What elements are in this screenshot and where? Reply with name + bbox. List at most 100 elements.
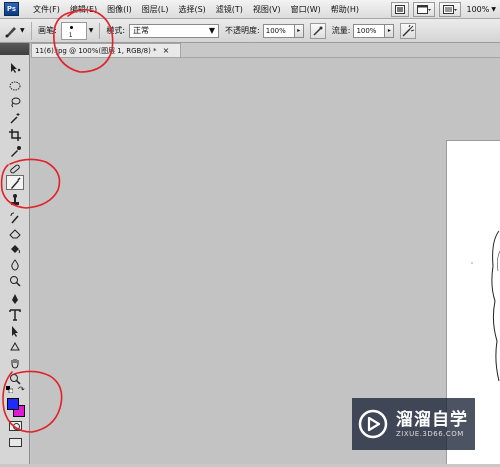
- options-bar: ▼ 画笔: 1 ▼ 模式: 正常 ▼ 不透明度: 100% ▸ 流量: 100%…: [0, 19, 500, 43]
- hand-tool[interactable]: [6, 355, 24, 370]
- screen-mode-button[interactable]: [439, 2, 461, 17]
- path-selection-tool[interactable]: [6, 323, 24, 338]
- menu-window[interactable]: 窗口(W): [291, 4, 321, 15]
- close-icon[interactable]: ×: [163, 46, 170, 55]
- watermark-title: 溜溜自学: [396, 410, 468, 430]
- pen-tool[interactable]: [6, 291, 24, 306]
- bridge-icon: [395, 5, 405, 14]
- opacity-label: 不透明度:: [225, 25, 260, 36]
- paint-bucket-icon: [9, 243, 21, 255]
- brush-size-picker[interactable]: 1: [61, 22, 87, 40]
- airbrush-button[interactable]: [400, 23, 416, 39]
- screen-mode-icon: [443, 5, 457, 14]
- document-tab-title: 11(6).jpg @ 100%(图层 1, RGB/8) *: [35, 46, 157, 56]
- lasso-icon: [9, 96, 21, 108]
- dodge-icon: [9, 275, 21, 287]
- path-selection-icon: [9, 325, 21, 337]
- flow-slider-arrow-icon[interactable]: ▸: [385, 24, 394, 38]
- menu-view[interactable]: 视图(V): [253, 4, 281, 15]
- brush-icon: [9, 177, 21, 189]
- watermark: 溜溜自学 ZIXUE.3D66.COM: [352, 398, 475, 450]
- arrange-documents-button[interactable]: [413, 2, 435, 17]
- marquee-tool[interactable]: [6, 78, 24, 93]
- menu-help[interactable]: 帮助(H): [331, 4, 359, 15]
- toolbox-grip[interactable]: [0, 43, 29, 55]
- zoom-value: 100%: [467, 5, 490, 14]
- clone-stamp-tool[interactable]: [6, 192, 24, 207]
- blur-tool[interactable]: [6, 257, 24, 272]
- healing-brush-tool[interactable]: [6, 161, 24, 176]
- menu-layer[interactable]: 图层(L): [142, 4, 169, 15]
- eraser-tool[interactable]: [6, 225, 24, 240]
- zoom-icon: [9, 373, 21, 385]
- toolbox: ↷: [0, 43, 30, 464]
- play-logo-icon: [358, 409, 388, 439]
- history-brush-tool[interactable]: [6, 210, 24, 225]
- opacity-input[interactable]: 100%: [263, 24, 295, 38]
- tool-preset-picker[interactable]: ▼: [4, 22, 32, 40]
- pen-icon: [9, 293, 21, 305]
- mode-value: 正常: [133, 25, 149, 36]
- chevron-down-icon[interactable]: ▼: [89, 27, 94, 34]
- flow-input[interactable]: 100%: [353, 24, 385, 38]
- hand-icon: [9, 357, 21, 369]
- eyedropper-tool[interactable]: [6, 143, 24, 158]
- arrange-icon: [417, 5, 431, 14]
- type-icon: [9, 309, 21, 321]
- bandage-icon: [9, 163, 21, 175]
- menubar-right-controls: 100% ▼: [387, 2, 500, 17]
- magic-wand-icon: [9, 112, 21, 124]
- swap-colors-icon[interactable]: ↷: [18, 385, 25, 394]
- lasso-tool[interactable]: [6, 94, 24, 109]
- menu-filter[interactable]: 滤镜(T): [216, 4, 243, 15]
- menu-bar: Ps 文件(F) 编辑(E) 图像(I) 图层(L) 选择(S) 滤镜(T) 视…: [0, 0, 500, 19]
- paint-bucket-tool[interactable]: [6, 241, 24, 256]
- foreground-color-swatch[interactable]: [7, 398, 19, 410]
- quick-mask-button[interactable]: [9, 421, 22, 431]
- flow-label: 流量:: [332, 25, 351, 36]
- shape-tool[interactable]: [6, 339, 24, 354]
- default-colors-icon[interactable]: [6, 386, 12, 392]
- eyedropper-icon: [9, 145, 21, 157]
- brush-tool-icon: [4, 24, 18, 38]
- custom-shape-icon: [9, 341, 21, 353]
- brush-tip-icon: [70, 26, 73, 29]
- stamp-icon: [9, 194, 21, 206]
- brush-label: 画笔:: [38, 25, 57, 36]
- brush-tool[interactable]: [6, 175, 24, 190]
- pressure-icon: [311, 24, 325, 38]
- watermark-text-group: 溜溜自学 ZIXUE.3D66.COM: [396, 410, 468, 438]
- dodge-tool[interactable]: [6, 273, 24, 288]
- screen-mode-toolbox-button[interactable]: [9, 438, 22, 447]
- type-tool[interactable]: [6, 307, 24, 322]
- crop-tool[interactable]: [6, 127, 24, 142]
- elliptical-marquee-icon: [9, 80, 21, 92]
- mode-select[interactable]: 正常 ▼: [129, 24, 219, 38]
- opacity-slider-arrow-icon[interactable]: ▸: [295, 24, 304, 38]
- move-tool-icon: [9, 62, 21, 74]
- mode-label: 模式:: [106, 25, 125, 36]
- menu-select[interactable]: 选择(S): [178, 4, 205, 15]
- document-tab[interactable]: 11(6).jpg @ 100%(图层 1, RGB/8) * ×: [31, 43, 181, 57]
- magic-wand-tool[interactable]: [6, 110, 24, 125]
- crop-icon: [9, 129, 21, 141]
- eraser-icon: [9, 227, 21, 239]
- tablet-opacity-button[interactable]: [310, 23, 326, 39]
- zoom-select[interactable]: 100% ▼: [467, 5, 497, 14]
- chevron-down-icon: ▼: [209, 26, 215, 35]
- bridge-button[interactable]: [391, 2, 409, 17]
- watermark-url: ZIXUE.3D66.COM: [396, 430, 468, 438]
- history-brush-icon: [9, 212, 21, 224]
- divider: [99, 23, 100, 39]
- menu-file[interactable]: 文件(F): [33, 4, 60, 15]
- menu-edit[interactable]: 编辑(E): [70, 4, 97, 15]
- zoom-tool[interactable]: [6, 371, 24, 386]
- chevron-down-icon: ▼: [20, 27, 25, 34]
- brush-size-value: 1: [69, 32, 73, 39]
- blur-drop-icon: [9, 259, 21, 271]
- menu-image[interactable]: 图像(I): [107, 4, 132, 15]
- photoshop-logo-icon: Ps: [4, 2, 19, 16]
- chevron-down-icon: ▼: [491, 6, 496, 13]
- airbrush-icon: [401, 24, 415, 38]
- move-tool[interactable]: [6, 60, 24, 75]
